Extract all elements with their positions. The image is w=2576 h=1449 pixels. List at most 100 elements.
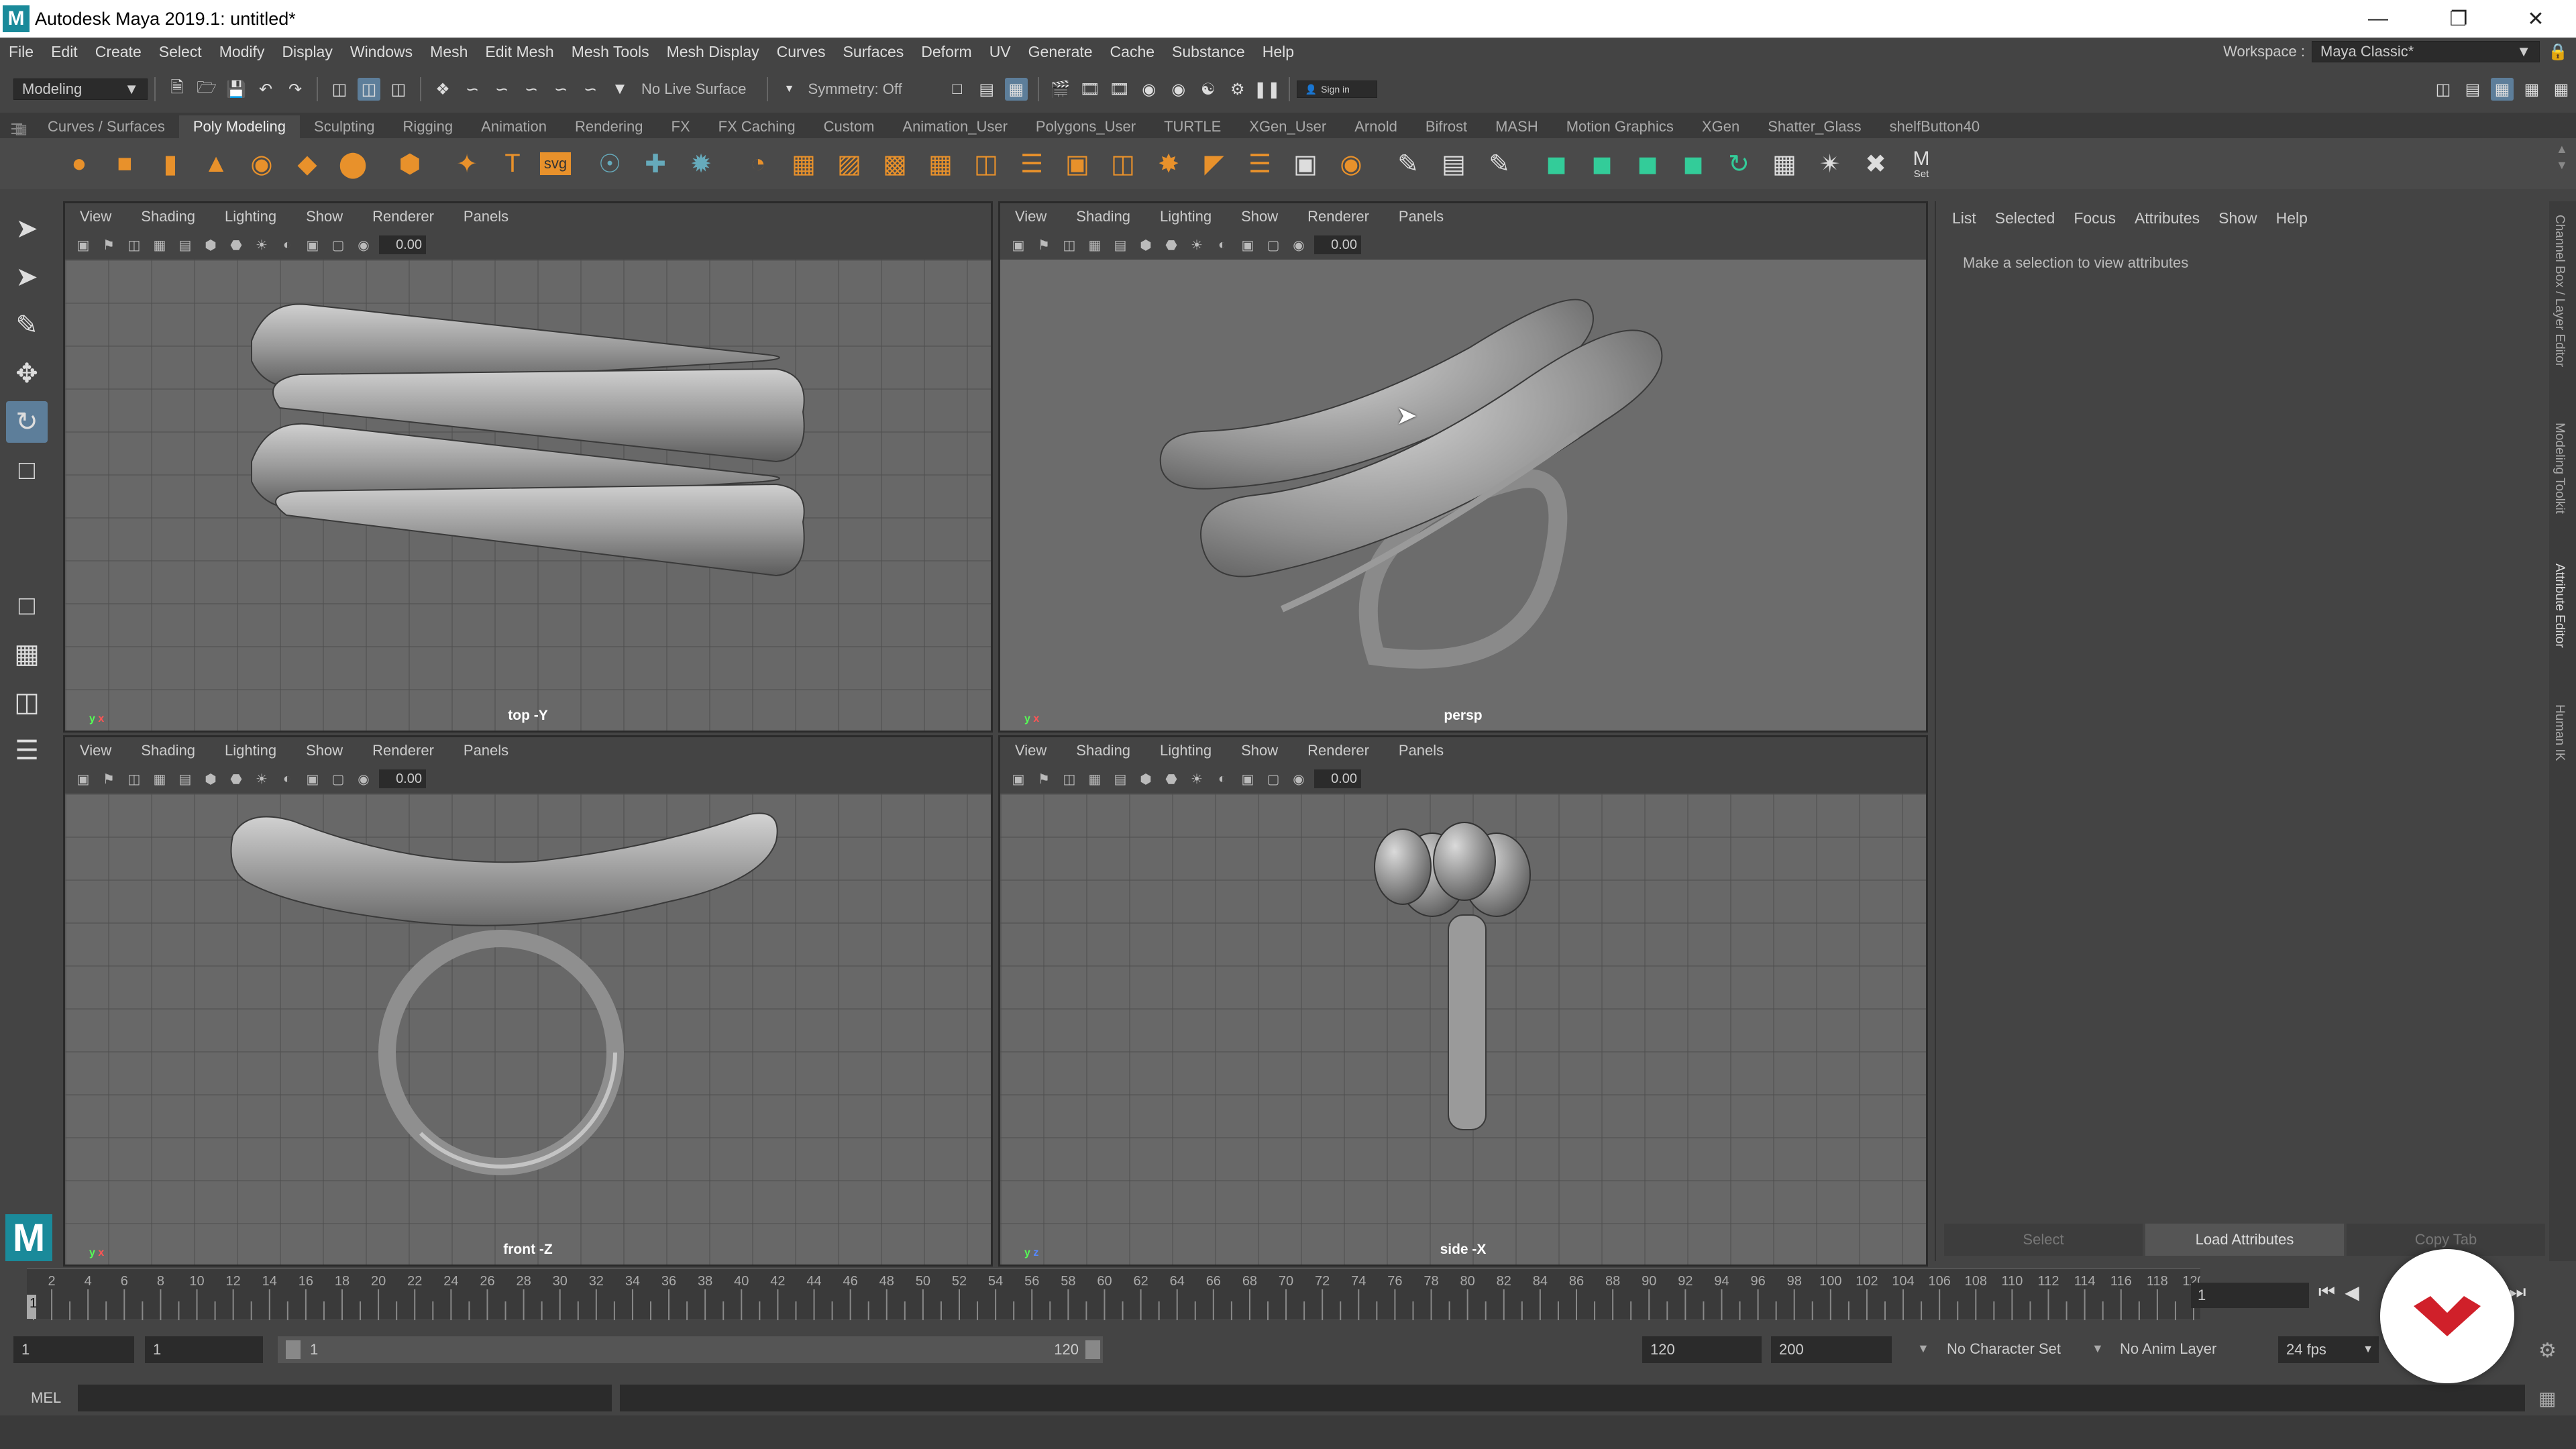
shelf-tab[interactable]: Shatter_Glass	[1754, 115, 1875, 138]
menu-mesh[interactable]: Mesh	[421, 43, 476, 61]
ae-menu-selected[interactable]: Selected	[1986, 209, 2065, 227]
xray-icon[interactable]: ▢	[328, 771, 348, 788]
menu-mesh-display[interactable]: Mesh Display	[658, 43, 768, 61]
shelf-tab[interactable]: Sculpting	[300, 115, 389, 138]
lights-icon[interactable]: ☀	[252, 771, 272, 788]
select-hierarchy-icon[interactable]: ◫	[328, 78, 351, 101]
separate-icon[interactable]: ▦	[786, 146, 822, 182]
cut-icon[interactable]: ✖	[1858, 146, 1894, 182]
shelf-scroll-icon[interactable]: ▲ ▼	[2556, 141, 2568, 173]
viewport-menu-shading[interactable]: Shading	[126, 208, 210, 225]
open-scene-icon[interactable]: 🗁	[195, 78, 218, 101]
menu-generate[interactable]: Generate	[1020, 43, 1102, 61]
viewport-menu-panels[interactable]: Panels	[1384, 208, 1458, 225]
shelf-tab[interactable]: TURTLE	[1150, 115, 1235, 138]
paint-select-icon[interactable]: ✎	[6, 305, 48, 346]
live-surface-label[interactable]: No Live Surface	[641, 80, 747, 98]
viewport-front[interactable]: View Shading Lighting Show Renderer Pane…	[63, 735, 993, 1267]
ae-menu-help[interactable]: Help	[2267, 209, 2317, 227]
undo-icon[interactable]: ↶	[254, 78, 277, 101]
viewport-scene[interactable]	[65, 794, 991, 1265]
poly-disc-icon[interactable]: ⬤	[335, 146, 371, 182]
poly-torus-icon[interactable]: ◉	[244, 146, 280, 182]
character-set-label[interactable]: No Character Set	[1947, 1340, 2061, 1358]
xray-icon[interactable]: ▢	[1263, 237, 1283, 254]
grid-icon[interactable]: ▦	[150, 237, 170, 254]
menu-windows[interactable]: Windows	[341, 43, 421, 61]
combine-icon[interactable]: ◔	[740, 146, 776, 182]
poly-plane-icon[interactable]: ◆	[289, 146, 325, 182]
grid-icon[interactable]: ▦	[1085, 771, 1105, 788]
shelf-tab[interactable]: Rendering	[561, 115, 657, 138]
collapse-icon[interactable]: ☰	[1242, 146, 1278, 182]
menu-help[interactable]: Help	[1254, 43, 1303, 61]
snap-live-icon[interactable]: ∽	[579, 78, 602, 101]
smooth-icon[interactable]: ▩	[877, 146, 913, 182]
snap-grid-icon[interactable]: ❖	[431, 78, 454, 101]
shelf-tab[interactable]: Bifrost	[1411, 115, 1481, 138]
shelf-tab[interactable]: Rigging	[389, 115, 468, 138]
tab-human-ik[interactable]: Human IK	[2552, 704, 2567, 761]
anim-layer-label[interactable]: No Anim Layer	[2120, 1340, 2216, 1358]
shelf-tab[interactable]: Animation_User	[888, 115, 1022, 138]
viewport-menu-renderer[interactable]: Renderer	[1293, 208, 1384, 225]
poly-cube-icon[interactable]: ■	[107, 146, 143, 182]
viewport-menu-show[interactable]: Show	[291, 208, 358, 225]
image-plane-icon[interactable]: ◫	[124, 771, 144, 788]
viewport-scene[interactable]: ➤	[1000, 260, 1926, 731]
single-perspective-layout-icon[interactable]: □	[6, 585, 48, 627]
menu-edit[interactable]: Edit	[42, 43, 87, 61]
move-tool-icon[interactable]: ✥	[6, 353, 48, 394]
script-language-label[interactable]: MEL	[31, 1389, 78, 1407]
select-component-icon[interactable]: ◫	[387, 78, 410, 101]
range-start-handle[interactable]	[286, 1340, 301, 1359]
viewport-menu-view[interactable]: View	[1000, 742, 1061, 759]
viewport-menu-view[interactable]: View	[65, 208, 126, 225]
range-end-handle[interactable]	[1085, 1340, 1100, 1359]
camera-icon[interactable]: ▣	[1008, 237, 1028, 254]
render-setup-editor-icon[interactable]: ☯	[1197, 78, 1220, 101]
tab-attribute-editor[interactable]: Attribute Editor	[2552, 564, 2567, 648]
extrude-icon[interactable]: ✸	[1150, 146, 1187, 182]
smooth-proxy-icon[interactable]: ✹	[683, 146, 719, 182]
script-editor-icon[interactable]: ▦	[2538, 1387, 2556, 1409]
checker-icon[interactable]: ▦	[1766, 146, 1803, 182]
minimize-button[interactable]: —	[2341, 0, 2415, 38]
modeling-toolkit-icon[interactable]: ◫	[2432, 78, 2455, 101]
shelf-tab[interactable]: Animation	[467, 115, 561, 138]
render-current-icon[interactable]: 🎞	[1079, 78, 1102, 101]
mode-dropdown[interactable]: Modeling ▼	[13, 78, 148, 100]
viewport-menu-panels[interactable]: Panels	[449, 742, 523, 759]
image-plane-icon[interactable]: ◫	[1059, 237, 1079, 254]
shelf-tab[interactable]: FX Caching	[704, 115, 810, 138]
spherical-map-icon[interactable]: ◼	[1675, 146, 1711, 182]
poly-cylinder-icon[interactable]: ▮	[152, 146, 189, 182]
viewport-menu-show[interactable]: Show	[1226, 742, 1293, 759]
film-gate-icon[interactable]: ▤	[175, 237, 195, 254]
xray-icon[interactable]: ▢	[328, 237, 348, 254]
shelf-tab[interactable]: FX	[657, 115, 704, 138]
close-button[interactable]: ✕	[2499, 0, 2573, 38]
film-gate-icon[interactable]: ▤	[1110, 771, 1130, 788]
snap-view-icon[interactable]: ∽	[520, 78, 543, 101]
symmetry-chevron-icon[interactable]: ▼	[778, 78, 801, 101]
live-surface-icon[interactable]: ▼	[608, 78, 631, 101]
viewport-menu-lighting[interactable]: Lighting	[210, 742, 291, 759]
shelf-tab[interactable]: XGen_User	[1235, 115, 1340, 138]
shelf-tab[interactable]: Motion Graphics	[1552, 115, 1688, 138]
menu-create[interactable]: Create	[87, 43, 150, 61]
bevel-icon[interactable]: ▣	[1059, 146, 1095, 182]
lights-icon[interactable]: ☀	[1187, 237, 1207, 254]
menu-uv[interactable]: UV	[981, 43, 1020, 61]
xray-icon[interactable]: ▢	[1263, 771, 1283, 788]
grid-icon[interactable]: ▦	[1085, 237, 1105, 254]
poly-platonic-icon[interactable]: ⬢	[392, 146, 428, 182]
scale-tool-icon[interactable]: □	[6, 449, 48, 491]
playback-end-field[interactable]: 120	[1642, 1336, 1762, 1363]
shadows-icon[interactable]: ◐	[277, 237, 297, 253]
time-slider[interactable]: 2 4 6 8 10 12 14 16 18 20 22 24 26 28 30 32 34 36 38 40 42 44…	[27, 1268, 2200, 1320]
cylindrical-map-icon[interactable]: ◼	[1629, 146, 1666, 182]
chevron-down-icon[interactable]: ▼	[1917, 1342, 1929, 1356]
ae-menu-show[interactable]: Show	[2209, 209, 2267, 227]
menu-select[interactable]: Select	[150, 43, 211, 61]
